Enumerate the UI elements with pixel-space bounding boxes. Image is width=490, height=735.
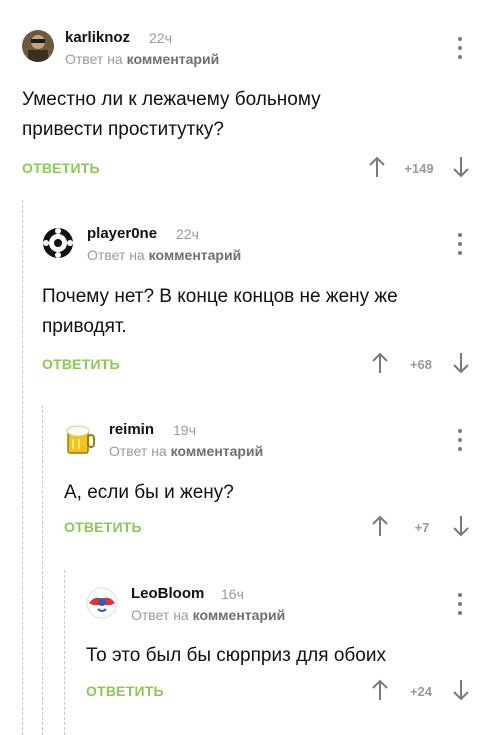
reply-button[interactable]: ОТВЕТИТЬ [86,683,164,699]
arrow-up-icon[interactable] [371,515,389,537]
comment-text: Уместно ли к лежачему больному привести … [22,89,321,140]
comment-time: 22ч [176,226,199,242]
more-vertical-icon[interactable] [457,233,463,255]
comment-time: 22ч [149,30,172,46]
reply-button[interactable]: ОТВЕТИТЬ [64,519,142,535]
reply-button[interactable]: ОТВЕТИТЬ [22,160,100,176]
avatar[interactable] [42,227,74,259]
reply-to-prefix: Ответ на [109,443,167,459]
comment-text: То это был бы сюрприз для обоих [86,645,386,666]
reply-button[interactable]: ОТВЕТИТЬ [42,356,120,372]
rating-value: +149 [404,161,434,176]
comment-time: 16ч [221,586,244,602]
arrow-down-icon[interactable] [452,352,470,374]
rating-value: +68 [409,357,433,372]
username[interactable]: reimin [109,421,154,438]
avatar[interactable] [86,587,118,619]
reply-to-link[interactable]: комментарий [149,247,242,263]
reply-to-line: Ответ на комментарий [131,607,285,623]
username[interactable]: LeoBloom [131,585,204,602]
reply-to-prefix: Ответ на [131,607,189,623]
arrow-down-icon[interactable] [452,679,470,701]
reply-to-link[interactable]: комментарий [171,443,264,459]
avatar[interactable] [22,30,54,62]
arrow-up-icon[interactable] [368,156,386,178]
reply-to-line: Ответ на комментарий [65,51,219,67]
more-vertical-icon[interactable] [457,593,463,615]
avatar[interactable] [64,423,96,455]
reply-to-link[interactable]: комментарий [127,51,220,67]
thread-branch-line [64,570,65,735]
more-vertical-icon[interactable] [457,37,463,59]
rating-value: +7 [414,520,430,535]
reply-to-line: Ответ на комментарий [109,443,263,459]
reply-to-prefix: Ответ на [65,51,123,67]
reply-to-prefix: Ответ на [87,247,145,263]
arrow-up-icon[interactable] [371,679,389,701]
thread-branch-line [42,405,43,735]
comment-text: А, если бы и жену? [64,482,234,503]
username[interactable]: karliknoz [65,29,130,46]
reply-to-link[interactable]: комментарий [193,607,286,623]
thread-branch-line [22,200,23,735]
comment-text: Почему нет? В конце концов не жену же пр… [42,286,398,337]
reply-to-line: Ответ на комментарий [87,247,241,263]
rating-value: +24 [409,684,433,699]
arrow-up-icon[interactable] [371,352,389,374]
arrow-down-icon[interactable] [452,156,470,178]
arrow-down-icon[interactable] [452,515,470,537]
comment-time: 19ч [173,422,196,438]
more-vertical-icon[interactable] [457,429,463,451]
username[interactable]: player0ne [87,225,157,242]
